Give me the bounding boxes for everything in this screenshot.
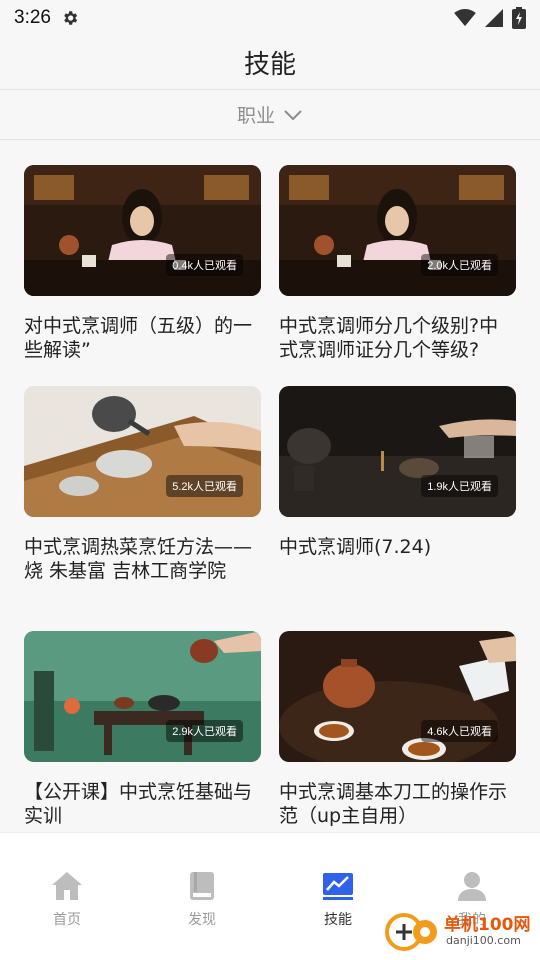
video-thumbnail[interactable]: 2.0k人已观看	[279, 165, 516, 296]
video-card[interactable]: 5.2k人已观看 中式烹调热菜烹饪方法——烧 朱基富 吉林工商学院	[24, 386, 261, 583]
watermark-logo: 单机100网 danji100.com	[384, 904, 534, 956]
video-thumbnail[interactable]: 4.6k人已观看	[279, 631, 516, 762]
category-filter-dropdown[interactable]: 职业	[0, 90, 540, 140]
user-icon	[458, 872, 486, 901]
video-card[interactable]: 2.9k人已观看 【公开课】中式烹饪基础与实训	[24, 631, 261, 828]
page-title: 技能	[243, 50, 296, 80]
view-count: 5.2k人已观看	[166, 475, 243, 497]
wifi-icon	[454, 9, 476, 27]
view-count: 1.9k人已观看	[421, 475, 498, 497]
view-count: 4.6k人已观看	[421, 720, 498, 742]
video-card[interactable]: 4.6k人已观看 中式烹调基本刀工的操作示范（up主自用）	[279, 631, 516, 828]
trend-chart-icon	[323, 873, 353, 900]
video-thumbnail[interactable]: 2.9k人已观看	[24, 631, 261, 762]
video-card[interactable]: 0.4k人已观看 对中式烹调师（五级）的一些解读”	[24, 165, 261, 362]
video-thumbnail[interactable]: 5.2k人已观看	[24, 386, 261, 517]
nav-label: 首页	[53, 912, 81, 928]
video-title[interactable]: 【公开课】中式烹饪基础与实训	[24, 780, 261, 828]
video-title[interactable]: 对中式烹调师（五级）的一些解读”	[24, 314, 261, 362]
video-title[interactable]: 中式烹调基本刀工的操作示范（up主自用）	[279, 780, 516, 828]
watermark-url: danji100.com	[446, 934, 521, 947]
home-icon	[52, 872, 82, 900]
video-title[interactable]: 中式烹调热菜烹饪方法——烧 朱基富 吉林工商学院	[24, 535, 261, 583]
nav-home[interactable]: 首页	[17, 869, 117, 929]
book-icon	[190, 872, 214, 900]
nav-label: 技能	[324, 912, 352, 928]
video-thumbnail[interactable]: 0.4k人已观看	[24, 165, 261, 296]
view-count: 0.4k人已观看	[166, 254, 243, 276]
app-header: 技能	[0, 36, 540, 90]
video-card[interactable]: 1.9k人已观看 中式烹调师(7.24)	[279, 386, 516, 583]
settings-gear-icon	[64, 11, 78, 25]
watermark-brand: 单机100网	[444, 915, 531, 935]
status-time: 3:26	[14, 7, 51, 28]
nav-discover[interactable]: 发现	[152, 869, 252, 929]
view-count: 2.0k人已观看	[421, 254, 498, 276]
video-card[interactable]: 2.0k人已观看 中式烹调师分几个级别?中式烹调师证分几个等级?	[279, 165, 516, 362]
nav-label: 发现	[188, 912, 216, 928]
battery-charging-icon	[512, 7, 526, 29]
video-thumbnail[interactable]: 1.9k人已观看	[279, 386, 516, 517]
video-title[interactable]: 中式烹调师(7.24)	[279, 535, 516, 583]
status-icons	[454, 7, 526, 29]
view-count: 2.9k人已观看	[166, 720, 243, 742]
status-bar: 3:26	[0, 0, 540, 36]
video-title[interactable]: 中式烹调师分几个级别?中式烹调师证分几个等级?	[279, 314, 516, 362]
chevron-down-icon	[284, 109, 302, 120]
cellular-signal-icon	[485, 9, 503, 27]
filter-label: 职业	[236, 105, 275, 127]
video-grid: 0.4k人已观看 对中式烹调师（五级）的一些解读” 2.0k人已观看 中式烹调师…	[0, 140, 540, 832]
nav-skills[interactable]: 技能	[288, 869, 388, 929]
